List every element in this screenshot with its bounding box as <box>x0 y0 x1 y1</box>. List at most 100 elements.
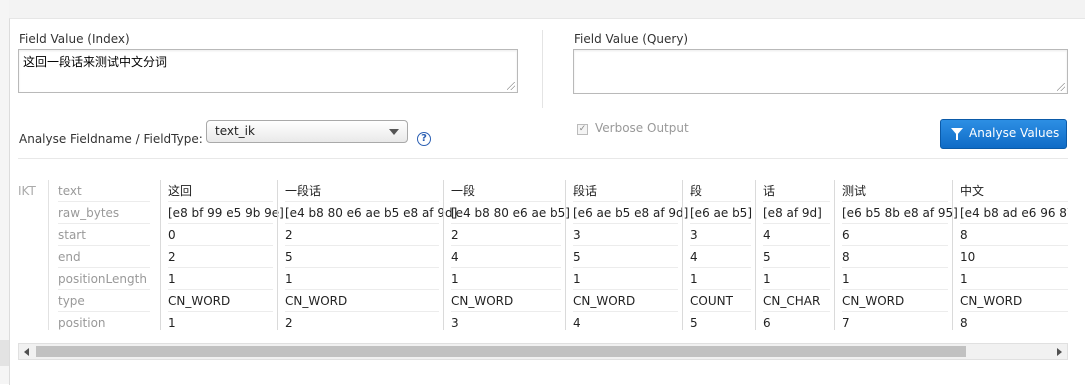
row-separator <box>285 245 439 246</box>
token-end-value: 10 <box>960 250 976 264</box>
analyse-values-label: Analyse Values <box>969 126 1060 140</box>
left-rail <box>0 0 9 384</box>
row-separator <box>763 267 830 268</box>
row-separator <box>58 223 150 224</box>
token-position-value: 2 <box>285 316 293 330</box>
token-type-value: CN_CHAR <box>763 294 821 308</box>
token-text-value: 段 <box>690 184 703 198</box>
token-end-value: 5 <box>285 250 293 264</box>
fieldtype-select[interactable]: text_ik <box>206 120 408 143</box>
resize-grip-icon[interactable] <box>1057 83 1065 91</box>
horizontal-scrollbar[interactable] <box>18 343 1068 360</box>
token-column-divider <box>834 180 835 330</box>
stage-divider <box>48 180 49 330</box>
token-positionlength-value: 1 <box>285 272 293 286</box>
token-text-value: 一段 <box>451 184 476 198</box>
row-separator <box>168 311 273 312</box>
token-column-divider <box>443 180 444 330</box>
token-raw-bytes-value: [e6 b5 8b e8 af 95] <box>842 206 958 220</box>
token-column-divider <box>952 180 953 330</box>
question-circle-icon[interactable]: ? <box>417 132 431 146</box>
token-raw-bytes-value: [e8 af 9d] <box>763 206 822 220</box>
token-text-value: 段话 <box>573 184 598 198</box>
row-separator <box>451 311 561 312</box>
index-field-value: 这回一段话来测试中文分词 <box>23 55 168 69</box>
token-type-value: CN_WORD <box>168 294 231 308</box>
row-separator <box>842 311 948 312</box>
row-separator <box>285 311 439 312</box>
row-separator <box>960 245 1068 246</box>
analyse-values-button[interactable]: Analyse Values <box>940 119 1067 149</box>
token-column-divider <box>682 180 683 330</box>
row-separator <box>573 223 678 224</box>
column-divider <box>542 30 543 108</box>
token-raw-bytes-value: [e4 b8 ad e6 96 87] <box>960 206 1068 220</box>
token-position-value: 3 <box>451 316 459 330</box>
fieldtype-selected-value: text_ik <box>215 124 255 138</box>
token-end-value: 5 <box>573 250 581 264</box>
row-separator <box>763 245 830 246</box>
token-end-value: 2 <box>168 250 176 264</box>
token-raw-bytes-value: [e4 b8 80 e6 ae b5 e8 af 9d] <box>285 206 458 220</box>
token-text-value: 话 <box>763 184 776 198</box>
row-separator <box>573 311 678 312</box>
token-end-value: 4 <box>451 250 459 264</box>
token-start-value: 3 <box>690 228 698 242</box>
token-end-value: 4 <box>690 250 698 264</box>
token-position-value: 7 <box>842 316 850 330</box>
row-separator <box>58 311 150 312</box>
token-positionlength-value: 1 <box>960 272 968 286</box>
analysis-table: IKT text raw_bytes start end positionLen… <box>18 180 1068 336</box>
scrollbar-thumb[interactable] <box>36 346 966 357</box>
row-separator <box>842 223 948 224</box>
index-field-textarea[interactable]: 这回一段话来测试中文分词 <box>18 49 518 93</box>
row-separator <box>690 223 751 224</box>
token-end-value: 8 <box>842 250 850 264</box>
row-separator <box>763 223 830 224</box>
token-start-value: 2 <box>285 228 293 242</box>
token-start-value: 2 <box>451 228 459 242</box>
row-separator <box>960 223 1068 224</box>
token-position-value: 6 <box>763 316 771 330</box>
row-separator <box>960 311 1068 312</box>
row-separator <box>690 245 751 246</box>
index-field-label: Field Value (Index) <box>19 32 130 46</box>
row-separator <box>842 267 948 268</box>
arrow-left-icon[interactable] <box>24 348 29 356</box>
token-column-divider <box>755 180 756 330</box>
token-column-divider <box>565 180 566 330</box>
token-text-value: 测试 <box>842 184 867 198</box>
token-text-value: 这回 <box>168 184 193 198</box>
token-start-value: 3 <box>573 228 581 242</box>
fieldtype-label: Analyse Fieldname / FieldType: <box>19 132 203 146</box>
resize-grip-icon[interactable] <box>507 82 515 90</box>
attr-text: text <box>58 184 82 198</box>
token-position-value: 8 <box>960 316 968 330</box>
token-position-value: 5 <box>690 316 698 330</box>
token-type-value: COUNT <box>690 294 733 308</box>
token-type-value: CN_WORD <box>842 294 905 308</box>
section-separator <box>18 158 1068 159</box>
row-separator <box>573 267 678 268</box>
stage-label: IKT <box>18 184 36 198</box>
row-separator <box>842 245 948 246</box>
attr-position: position <box>58 316 106 330</box>
token-column-divider <box>160 180 161 330</box>
row-separator <box>960 267 1068 268</box>
token-start-value: 0 <box>168 228 176 242</box>
token-type-value: CN_WORD <box>573 294 636 308</box>
row-separator <box>168 267 273 268</box>
attr-position-length: positionLength <box>58 272 147 286</box>
token-position-value: 1 <box>168 316 176 330</box>
row-separator <box>451 223 561 224</box>
token-positionlength-value: 1 <box>690 272 698 286</box>
token-positionlength-value: 1 <box>168 272 176 286</box>
row-separator <box>690 267 751 268</box>
attr-raw-bytes: raw_bytes <box>58 206 120 220</box>
token-position-value: 4 <box>573 316 581 330</box>
arrow-right-icon[interactable] <box>1057 348 1062 356</box>
attr-start: start <box>58 228 86 242</box>
verbose-output-checkbox[interactable]: ✓ <box>577 124 588 135</box>
row-separator <box>451 245 561 246</box>
query-field-textarea[interactable] <box>573 49 1068 94</box>
